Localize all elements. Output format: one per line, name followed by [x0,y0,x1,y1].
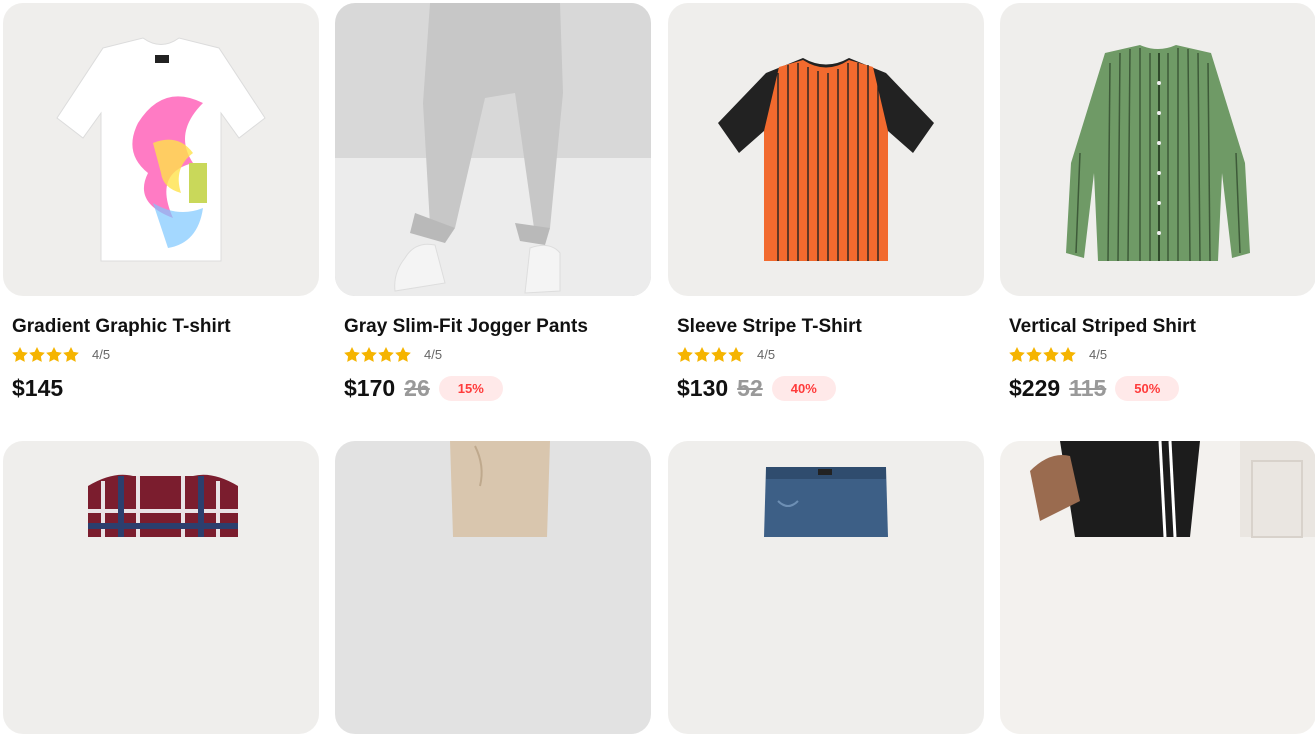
price: $170 [344,374,396,401]
star-icon [378,346,394,362]
old-price: 115 [1069,374,1107,401]
product-card[interactable]: Gray Slim-Fit Jogger Pants 4/5 $170 26 1… [335,3,651,402]
product-image[interactable] [335,441,651,734]
product-image[interactable] [668,441,984,734]
discount-badge: 40% [771,375,836,401]
price: $130 [677,374,729,401]
star-icon [711,346,727,362]
star-rating [677,346,744,362]
product-card[interactable]: Sleeve Stripe T-Shirt 4/5 $130 52 40% [668,3,984,402]
product-card[interactable]: Vertical Striped Shirt 4/5 $229 115 50% [1000,3,1315,402]
star-icon [677,346,693,362]
star-icon [29,346,45,362]
product-card[interactable]: Gradient Graphic T-shirt 4/5 $145 [3,3,319,402]
rating-text: 4/5 [92,346,111,362]
price-row: $170 26 15% [335,374,651,402]
old-price: 52 [737,374,763,401]
star-icon [1026,346,1042,362]
rating-text: 4/5 [424,346,443,362]
star-icon [1060,346,1076,362]
price-row: $229 115 50% [1000,374,1315,402]
product-card[interactable] [3,441,319,734]
product-rating: 4/5 [335,346,651,362]
product-rating: 4/5 [1000,346,1315,362]
old-price: 26 [404,374,430,401]
product-card[interactable] [668,441,984,734]
product-title[interactable]: Vertical Striped Shirt [1000,316,1315,338]
product-title[interactable]: Sleeve Stripe T-Shirt [668,316,984,338]
price: $229 [1009,374,1061,401]
product-image[interactable] [3,441,319,734]
star-icon [12,346,28,362]
star-icon [361,346,377,362]
product-image[interactable] [3,3,319,296]
price-row: $130 52 40% [668,374,984,402]
product-image[interactable] [335,3,651,296]
product-image[interactable] [1000,441,1315,734]
price: $145 [12,374,64,401]
star-icon [728,346,744,362]
star-icon [63,346,79,362]
star-icon [46,346,62,362]
star-rating [344,346,411,362]
star-icon [1009,346,1025,362]
product-card[interactable] [335,441,651,734]
star-icon [344,346,360,362]
product-card[interactable] [1000,441,1315,734]
product-rating: 4/5 [668,346,984,362]
product-title[interactable]: Gray Slim-Fit Jogger Pants [335,316,651,338]
star-rating [12,346,79,362]
star-icon [1043,346,1059,362]
price-row: $145 [3,374,319,402]
product-image[interactable] [668,3,984,296]
star-icon [694,346,710,362]
product-image[interactable] [1000,3,1315,296]
discount-badge: 15% [438,375,503,401]
star-icon [395,346,411,362]
rating-text: 4/5 [1089,346,1108,362]
discount-badge: 50% [1115,375,1180,401]
product-rating: 4/5 [3,346,319,362]
product-grid: Gradient Graphic T-shirt 4/5 $145 Gray S… [0,0,1315,734]
product-title[interactable]: Gradient Graphic T-shirt [3,316,319,338]
rating-text: 4/5 [757,346,776,362]
star-rating [1009,346,1076,362]
